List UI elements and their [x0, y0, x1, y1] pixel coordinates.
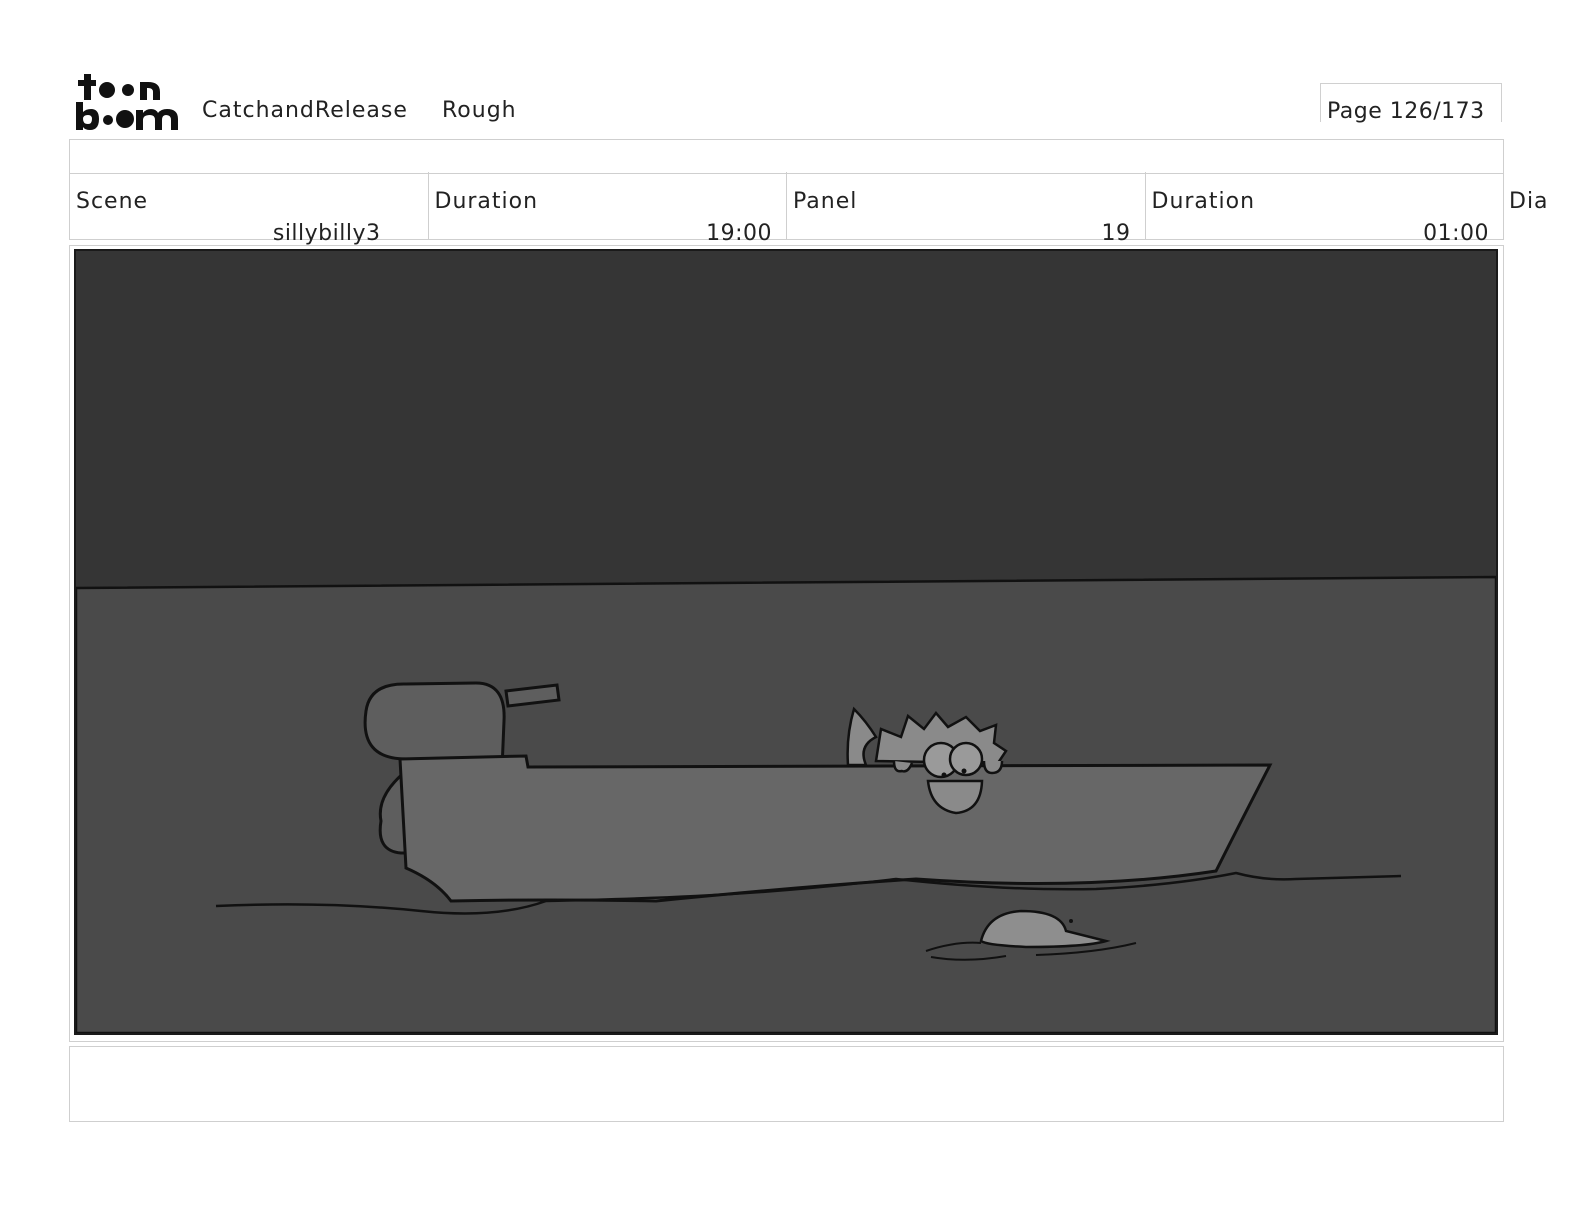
- scene-label: Scene: [76, 189, 149, 214]
- panel-cell: Panel 19: [787, 172, 1146, 246]
- storyboard-drawing: [76, 251, 1496, 1033]
- panel-duration-cell: Duration 01:00: [1146, 172, 1504, 246]
- notes-box: [69, 1046, 1504, 1122]
- scene-duration-cell: Duration 19:00: [429, 172, 787, 246]
- scene-value: sillybilly3: [272, 221, 381, 246]
- boat-hull: [398, 754, 1273, 903]
- toonboom-logo: [76, 74, 178, 130]
- panel-value: 19: [1101, 221, 1131, 246]
- scene-duration-label: Duration: [434, 189, 539, 214]
- project-name: CatchandRelease: [202, 98, 408, 123]
- panel-duration-value: 01:00: [1423, 221, 1489, 246]
- scene-cell: Scene sillybilly3: [70, 172, 429, 246]
- panel-info-row: Scene sillybilly3 Duration 19:00 Panel 1…: [69, 172, 1504, 246]
- stage-label: Rough: [442, 98, 517, 123]
- dialogue-label: Dia: [1509, 189, 1549, 214]
- title-strip: [69, 139, 1504, 174]
- page-number: Page 126/173: [1327, 99, 1485, 124]
- panel-label: Panel: [793, 189, 858, 214]
- scene-duration-value: 19:00: [706, 221, 772, 246]
- storyboard-panel-image: [74, 249, 1498, 1035]
- panel-duration-label: Duration: [1151, 189, 1256, 214]
